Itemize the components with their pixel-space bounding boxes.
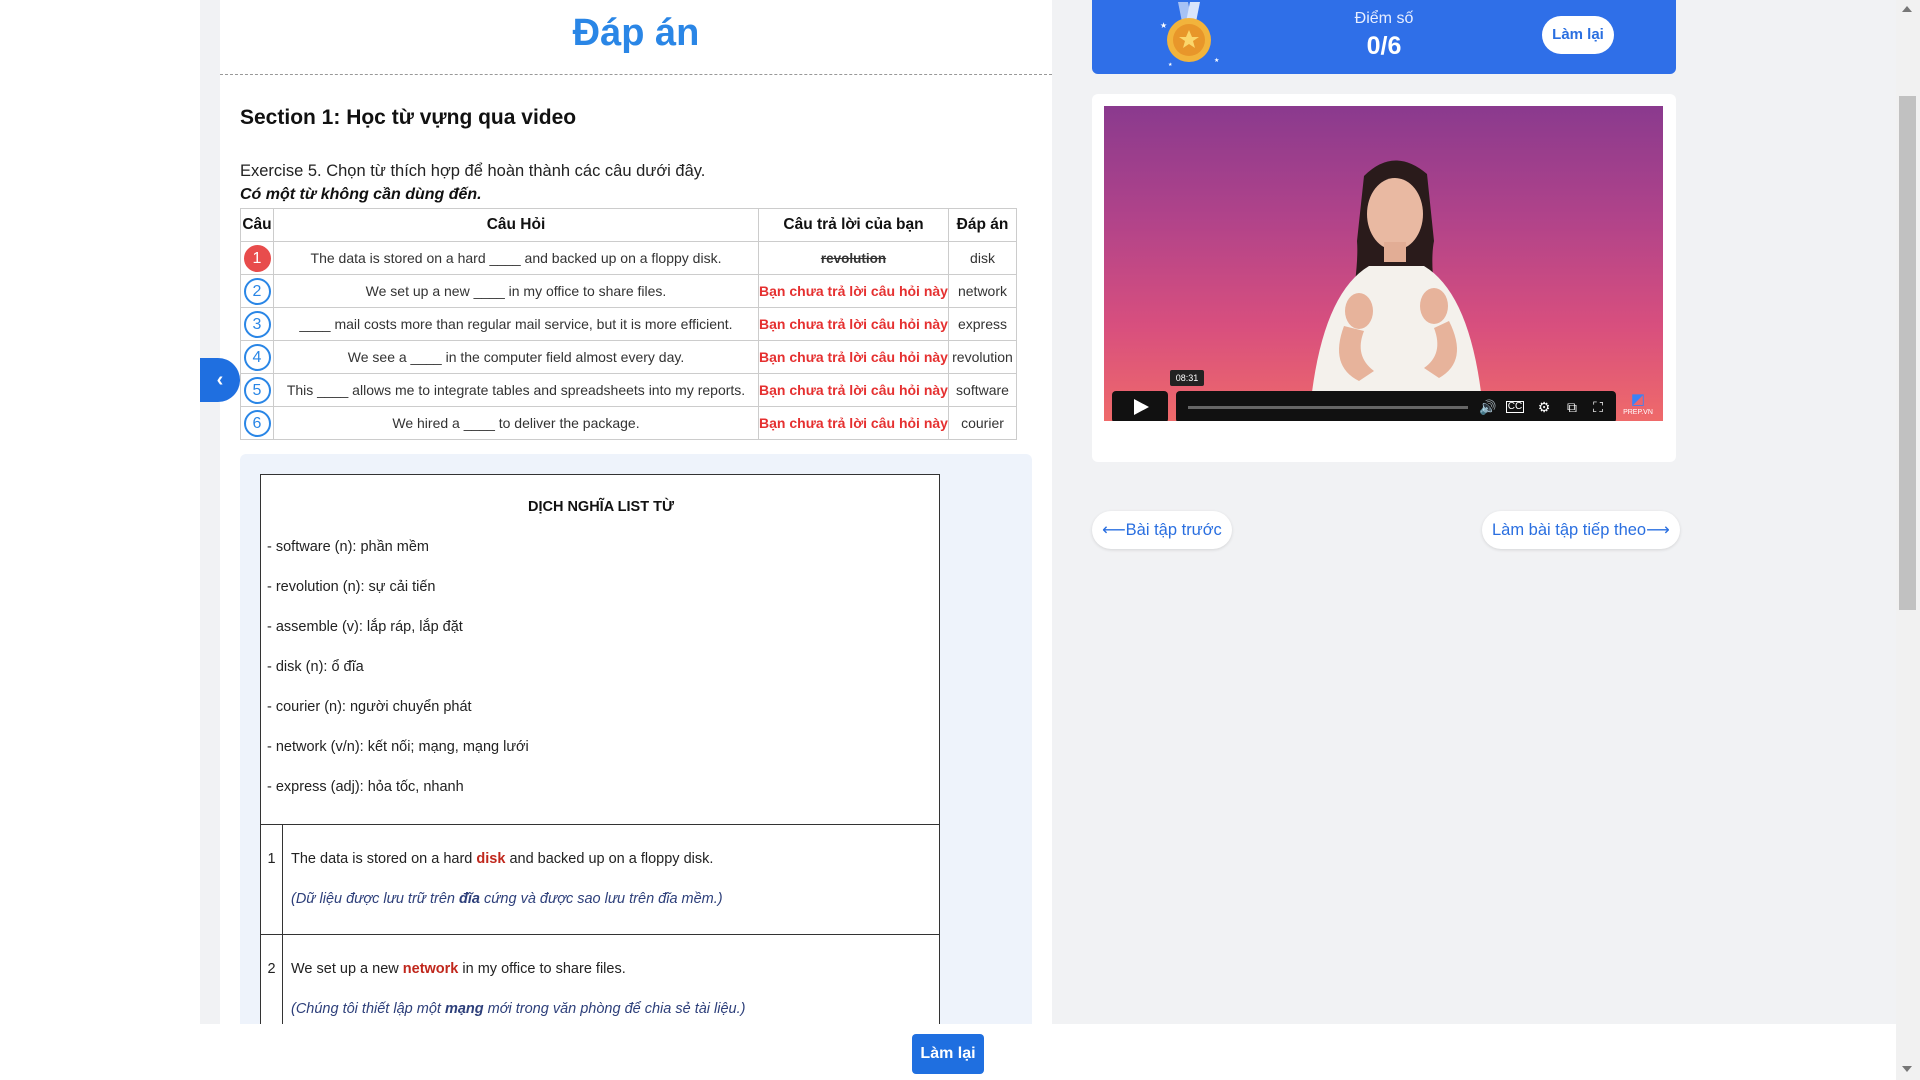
svg-text:★: ★ xyxy=(1168,62,1173,68)
score-card: ★ ★ ★ Điểm số 0/6 Làm lại xyxy=(1092,0,1676,74)
user-answer: Bạn chưa trả lời câu hỏi này xyxy=(759,382,948,398)
table-row: 6 We hired a ____ to deliver the package… xyxy=(240,406,1017,440)
vietnamese-sentence: (Chúng tôi thiết lập một mạng mới trong … xyxy=(291,1001,746,1017)
vocab-item: - courier (n): người chuyển phát xyxy=(267,699,472,715)
row-number: 2 xyxy=(261,935,283,1024)
user-answer: Bạn chưa trả lời câu hỏi này xyxy=(759,349,948,365)
user-answer: Bạn chưa trả lời câu hỏi này xyxy=(759,283,948,299)
vocab-item: - disk (n): ổ đĩa xyxy=(267,659,364,675)
retry-button[interactable]: Làm lại xyxy=(1542,16,1614,54)
divider xyxy=(220,74,1052,75)
pip-icon[interactable]: ⧉ xyxy=(1562,397,1582,417)
footer-bar: Làm lại xyxy=(0,1024,1896,1080)
video-progress-bar[interactable] xyxy=(1188,406,1468,409)
highlight-word: disk xyxy=(476,851,506,867)
highlight-word: network xyxy=(402,961,459,977)
answer-panel: Đáp án Section 1: Học từ vựng qua video … xyxy=(220,0,1052,1024)
table-row: 1 The data is stored on a hard ____ and … xyxy=(240,241,1017,275)
explanation-panel: DỊCH NGHĨA LIST TỪ - software (n): phần … xyxy=(240,454,1032,1024)
question-text: We see a ____ in the computer field almo… xyxy=(273,340,759,374)
video-card: 08:31 🔊 CC ⚙ ⧉ ⛶ ◩ PREP.VN xyxy=(1092,94,1676,462)
table-row: 5 This ____ allows me to integrate table… xyxy=(240,373,1017,407)
question-number-button[interactable]: 6 xyxy=(243,409,271,437)
presenter-image xyxy=(1309,160,1484,421)
correct-answer: revolution xyxy=(948,340,1017,374)
vocab-item: - express (adj): hỏa tốc, nhanh xyxy=(267,779,464,795)
question-number-button[interactable]: 2 xyxy=(243,277,271,305)
question-text: We set up a new ____ in my office to sha… xyxy=(273,274,759,308)
captions-icon[interactable]: CC xyxy=(1506,401,1524,413)
table-row: 3 ____ mail costs more than regular mail… xyxy=(240,307,1017,341)
scroll-down-arrow-icon[interactable] xyxy=(1902,1066,1912,1072)
question-text: ____ mail costs more than regular mail s… xyxy=(273,307,759,341)
brand-logo: ◩ PREP.VN xyxy=(1623,391,1653,416)
vocab-title: DỊCH NGHĨA LIST TỪ xyxy=(527,499,674,515)
question-text: The data is stored on a hard ____ and ba… xyxy=(273,241,759,275)
vocab-item: - assemble (v): lắp ráp, lắp đặt xyxy=(267,619,463,635)
vocab-item: - software (n): phần mềm xyxy=(267,539,429,555)
translation-row: 2 We set up a new network in my office t… xyxy=(261,935,939,1024)
scrollbar[interactable] xyxy=(1896,0,1920,1080)
next-exercise-button[interactable]: Làm bài tập tiếp theo⟶ xyxy=(1482,511,1680,549)
table-header-row: Câu Câu Hỏi Câu trả lời của bạn Đáp án xyxy=(240,208,1017,242)
header-question: Câu Hỏi xyxy=(273,208,759,242)
scroll-up-arrow-icon[interactable] xyxy=(1902,6,1912,12)
play-button[interactable] xyxy=(1112,391,1168,421)
exercise-instruction: Exercise 5. Chọn từ thích hợp để hoàn th… xyxy=(240,162,706,180)
left-gutter xyxy=(0,0,200,1080)
vietnamese-sentence: (Dữ liệu được lưu trữ trên đĩa cứng và đ… xyxy=(291,891,723,907)
answer-table: Câu Câu Hỏi Câu trả lời của bạn Đáp án 1… xyxy=(240,208,1017,440)
settings-icon[interactable]: ⚙ xyxy=(1534,397,1554,417)
vocab-item: - revolution (n): sự cải tiến xyxy=(267,579,436,595)
vocab-list: DỊCH NGHĨA LIST TỪ - software (n): phần … xyxy=(261,475,939,825)
question-text: This ____ allows me to integrate tables … xyxy=(273,373,759,407)
exercise-note: Có một từ không cần dùng đến. xyxy=(240,186,482,203)
english-sentence: We set up a new network in my office to … xyxy=(291,961,626,977)
header-key: Đáp án xyxy=(948,208,1017,242)
question-text: We hired a ____ to deliver the package. xyxy=(273,406,759,440)
correct-answer: disk xyxy=(948,241,1017,275)
section-title: Section 1: Học từ vựng qua video xyxy=(240,106,577,129)
user-answer: Bạn chưa trả lời câu hỏi này xyxy=(759,415,948,431)
previous-exercise-button[interactable]: ⟵Bài tập trước xyxy=(1092,511,1232,549)
fullscreen-icon[interactable]: ⛶ xyxy=(1588,397,1608,417)
scroll-thumb[interactable] xyxy=(1899,96,1916,610)
question-number-button[interactable]: 3 xyxy=(243,310,271,338)
translation-row: 1 The data is stored on a hard disk and … xyxy=(261,825,939,935)
video-player[interactable]: 08:31 🔊 CC ⚙ ⧉ ⛶ ◩ PREP.VN xyxy=(1104,106,1663,421)
user-answer: Bạn chưa trả lời câu hỏi này xyxy=(759,316,948,332)
volume-icon[interactable]: 🔊 xyxy=(1478,397,1498,417)
vocab-item: - network (v/n): kết nối; mạng, mạng lướ… xyxy=(267,739,529,755)
correct-answer: express xyxy=(948,307,1017,341)
correct-answer: courier xyxy=(948,406,1017,440)
table-row: 2 We set up a new ____ in my office to s… xyxy=(240,274,1017,308)
question-number-button[interactable]: 4 xyxy=(243,343,271,371)
question-number-button[interactable]: 1 xyxy=(243,244,271,272)
chevron-left-icon: ‹ xyxy=(216,369,224,391)
user-answer: revolution xyxy=(820,251,887,266)
video-controls: 🔊 CC ⚙ ⧉ ⛶ xyxy=(1176,391,1616,421)
row-number: 1 xyxy=(261,825,283,935)
page-title: Đáp án xyxy=(572,12,700,54)
time-tooltip: 08:31 xyxy=(1170,370,1204,386)
header-your-answer: Câu trả lời của bạn xyxy=(758,208,949,242)
english-sentence: The data is stored on a hard disk and ba… xyxy=(291,851,714,867)
table-row: 4 We see a ____ in the computer field al… xyxy=(240,340,1017,374)
correct-answer: network xyxy=(948,274,1017,308)
retry-button-bottom[interactable]: Làm lại xyxy=(912,1034,984,1074)
header-num: Câu xyxy=(240,208,274,242)
correct-answer: software xyxy=(948,373,1017,407)
translation-table: DỊCH NGHĨA LIST TỪ - software (n): phần … xyxy=(260,474,940,1024)
question-number-button[interactable]: 5 xyxy=(243,376,271,404)
